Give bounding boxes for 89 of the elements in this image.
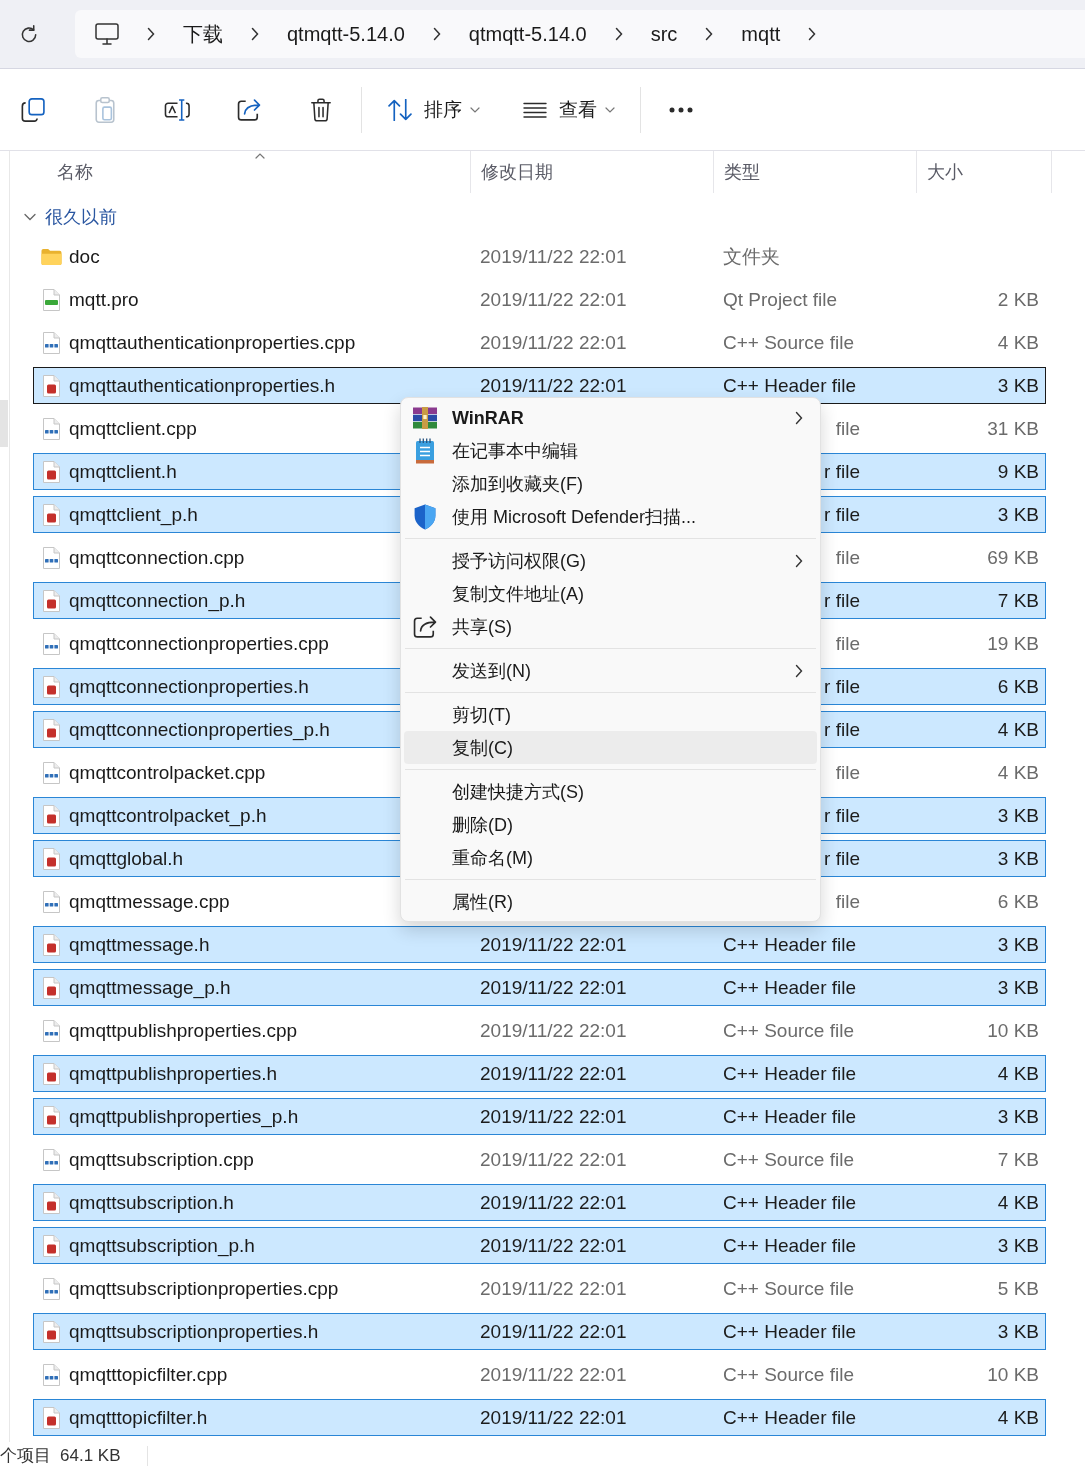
modified-date: 2019/11/22 22:01 [480,331,627,353]
modified-date: 2019/11/22 22:01 [480,1105,627,1127]
file-type: C++ Source file [723,1363,854,1385]
file-type: C++ Header file [723,1320,857,1342]
file-size: 3 KB [997,804,1039,826]
modified-date: 2019/11/22 22:01 [480,374,627,396]
modified-date: 2019/11/22 22:01 [480,1320,627,1342]
file-type: C++ Source file [723,1148,854,1170]
file-name: qmqttconnectionproperties.h [69,676,309,697]
file-size: 69 KB [987,546,1039,568]
file-name: qmqttauthenticationproperties.h [69,375,336,396]
file-size: 4 KB [997,1062,1039,1084]
file-type: r file [824,675,860,697]
file-size: 5 KB [997,1277,1039,1299]
file-name: qmqttsubscription_p.h [69,1235,255,1256]
file-size: 31 KB [987,417,1039,439]
file-type: C++ Header file [723,374,857,396]
file-type: C++ Header file [723,1105,857,1127]
modified-date: 2019/11/22 22:01 [480,1277,627,1299]
file-type: C++ Source file [723,1277,854,1299]
file-size: 3 KB [997,1234,1039,1256]
file-type: C++ Header file [723,1062,857,1084]
file-type: file [835,417,860,439]
modified-date: 2019/11/22 22:01 [480,245,627,267]
file-size: 10 KB [987,1019,1039,1041]
file-type: C++ Header file [723,1234,857,1256]
modified-date: 2019/11/22 22:01 [480,976,627,998]
file-size: 10 KB [987,1363,1039,1385]
file-size: 3 KB [997,1320,1039,1342]
file-size: 4 KB [997,1406,1039,1428]
file-type: r file [824,718,860,740]
selection-size: 64.1 KB [60,1445,121,1466]
file-name: qmqttglobal.h [69,848,184,869]
file-type: C++ Source file [723,1019,854,1041]
file-size: 4 KB [997,718,1039,740]
file-type: r file [824,804,860,826]
file-size: 3 KB [997,933,1039,955]
file-size: 3 KB [997,503,1039,525]
modified-date: 2019/11/22 22:01 [480,933,627,955]
modified-date: 2019/11/22 22:01 [480,1019,627,1041]
modified-date: 2019/11/22 22:01 [480,288,627,310]
file-size: 4 KB [997,761,1039,783]
file-type: C++ Header file [723,976,857,998]
file-name: qmqttcontrolpacket_p.h [69,805,267,826]
modified-date: 2019/11/22 22:01 [480,1191,627,1213]
file-type: r file [824,460,860,482]
file-name: qmqttmessage.h [69,934,210,955]
file-size: 7 KB [997,1148,1039,1170]
file-type: 文件夹 [723,245,780,267]
file-size: 7 KB [997,589,1039,611]
modified-date: 2019/11/22 22:01 [480,1234,627,1256]
file-name: qmqttmessage_p.h [69,977,231,998]
file-size: 2 KB [997,288,1039,310]
file-type: C++ Source file [723,331,854,353]
file-type: C++ Header file [723,1406,857,1428]
modified-date: 2019/11/22 22:01 [480,1406,627,1428]
file-type: Qt Project file [723,288,838,310]
file-type: r file [824,847,860,869]
file-type: r file [824,589,860,611]
item-count-label: 个项目 [0,1445,51,1466]
file-name: qmqttsubscription.h [69,1192,234,1213]
file-type: C++ Header file [723,1191,857,1213]
file-name: qmqtttopicfilter.h [69,1407,208,1428]
file-type: C++ Header file [723,933,857,955]
file-type: file [835,546,860,568]
file-type: file [835,890,860,912]
file-size: 6 KB [997,675,1039,697]
file-name: qmqttconnectionproperties_p.h [69,719,330,740]
file-size: 19 KB [987,632,1039,654]
file-name: qmqttpublishproperties_p.h [69,1106,299,1127]
file-name: qmqttsubscriptionproperties.h [69,1321,319,1342]
file-size: 3 KB [997,374,1039,396]
modified-date: 2019/11/22 22:01 [480,1062,627,1084]
file-type: file [835,632,860,654]
file-size: 3 KB [997,976,1039,998]
file-size: 4 KB [997,1191,1039,1213]
file-type: file [835,761,860,783]
file-name: qmqttconnection_p.h [69,590,246,611]
modified-date: 2019/11/22 22:01 [480,1363,627,1385]
file-type: r file [824,503,860,525]
file-name: qmqttclient_p.h [69,504,198,525]
file-size: 3 KB [997,1105,1039,1127]
file-name: qmqttpublishproperties.h [69,1063,278,1084]
modified-date: 2019/11/22 22:01 [480,1148,627,1170]
file-size: 4 KB [997,331,1039,353]
file-name: qmqttclient.h [69,461,177,482]
file-size: 9 KB [997,460,1039,482]
file-size: 6 KB [997,890,1039,912]
file-size: 3 KB [997,847,1039,869]
